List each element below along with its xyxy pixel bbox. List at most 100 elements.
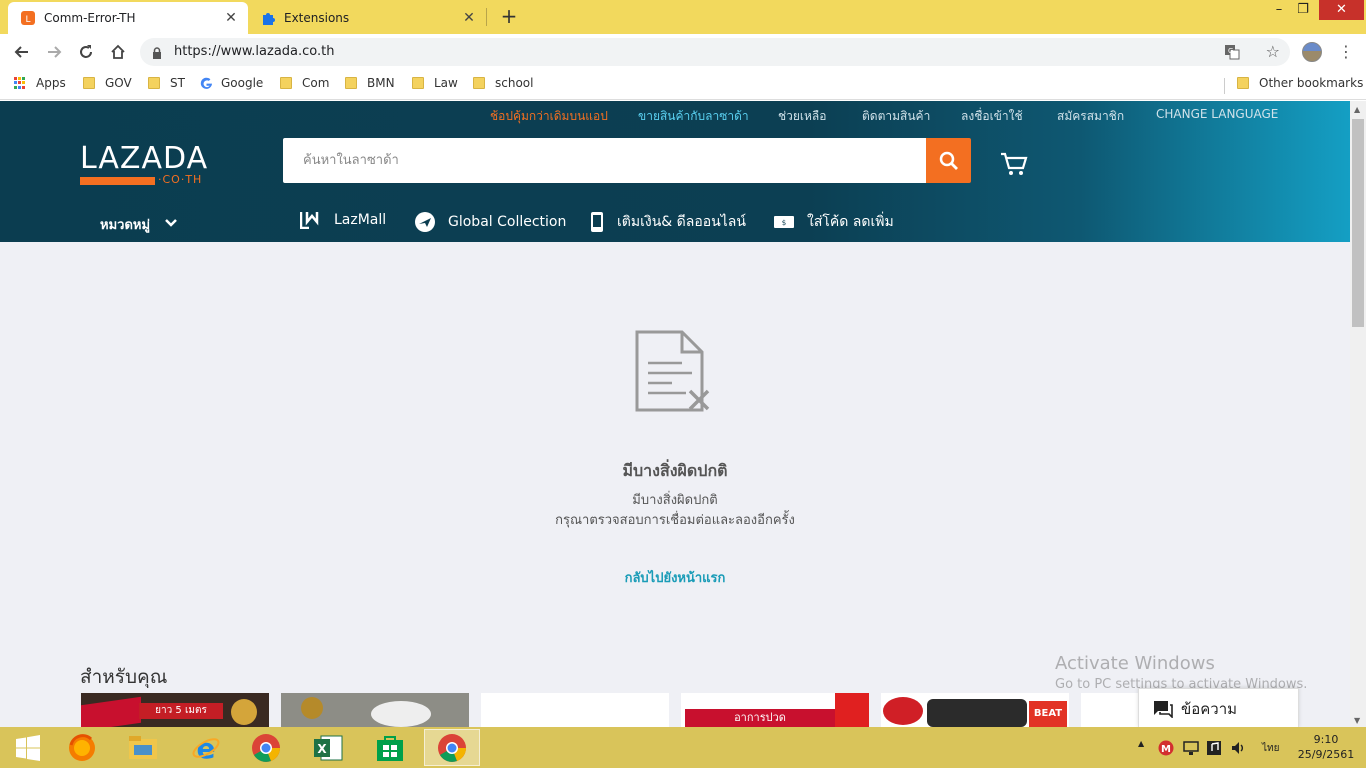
lazada-logo[interactable]: LAZADA ·CO·TH xyxy=(80,143,210,189)
firefox-icon[interactable] xyxy=(54,729,110,766)
internet-explorer-icon[interactable]: e xyxy=(178,729,234,766)
window-close-button[interactable]: ✕ xyxy=(1319,0,1364,20)
volume-tray-icon[interactable] xyxy=(1230,740,1246,756)
topnav-label: ลงชื่อเข้าใช้ xyxy=(961,109,1023,123)
product-card[interactable] xyxy=(281,693,469,727)
store-icon[interactable] xyxy=(362,729,418,766)
bookmark-bmn[interactable]: BMN xyxy=(345,76,395,90)
topnav-label: ช้อปคุ้มกว่าเดิมบนแอป xyxy=(490,109,608,123)
bookmark-label: school xyxy=(495,76,534,90)
chat-button[interactable]: ข้อความ xyxy=(1138,688,1299,728)
bookmark-com[interactable]: Com xyxy=(280,76,329,90)
folder-icon xyxy=(412,77,424,89)
topnav-app-deals[interactable]: ช้อปคุ้มกว่าเดิมบนแอป xyxy=(490,107,608,126)
svg-text:e: e xyxy=(197,733,216,763)
apps-grid-icon xyxy=(14,77,26,89)
bookmark-star-icon[interactable]: ☆ xyxy=(1266,42,1280,61)
reload-button[interactable] xyxy=(74,40,98,64)
topnav-sell[interactable]: ขายสินค้ากับลาซาด้า xyxy=(638,107,749,126)
chrome-icon[interactable] xyxy=(238,729,294,766)
topnav-label: ช่วยเหลือ xyxy=(778,109,827,123)
card-badge xyxy=(231,699,257,725)
product-card[interactable] xyxy=(481,693,669,727)
topnav-change-language[interactable]: CHANGE LANGUAGE xyxy=(1156,107,1278,121)
card-image xyxy=(927,699,1027,727)
back-button[interactable] xyxy=(10,40,34,64)
bookmark-google[interactable]: Google xyxy=(200,76,263,90)
topnav-signup[interactable]: สมัครสมาชิก xyxy=(1057,107,1124,126)
antivirus-tray-icon[interactable]: M xyxy=(1158,740,1174,756)
bookmark-divider xyxy=(1224,78,1225,94)
bookmark-school[interactable]: school xyxy=(473,76,533,90)
bookmark-st[interactable]: ST xyxy=(148,76,185,90)
tab-close-icon[interactable]: ✕ xyxy=(222,10,240,26)
bookmark-law[interactable]: Law xyxy=(412,76,458,90)
search-input[interactable] xyxy=(283,138,903,183)
tray-expand-icon[interactable]: ▲ xyxy=(1138,739,1144,748)
scrollbar-thumb[interactable] xyxy=(1352,119,1364,327)
lazmall-icon xyxy=(300,211,322,229)
card-logo xyxy=(883,697,923,725)
input-language[interactable]: ไทย xyxy=(1262,741,1279,756)
bookmark-label: Law xyxy=(434,76,458,90)
subnav-label: LazMall xyxy=(334,212,387,228)
category-menu[interactable]: หมวดหมู่ xyxy=(100,214,178,235)
maximize-button[interactable]: ❐ xyxy=(1290,0,1316,20)
subnav-topup[interactable]: เติมเงิน& ดีลออนไลน์ xyxy=(589,211,746,233)
profile-avatar[interactable] xyxy=(1302,42,1322,62)
lock-icon xyxy=(152,45,162,64)
chrome-active-icon[interactable] xyxy=(424,729,480,766)
cart-icon[interactable] xyxy=(1000,151,1028,181)
tab-close-icon[interactable]: ✕ xyxy=(460,10,478,26)
system-clock[interactable]: 9:10 25/9/2561 xyxy=(1296,732,1356,762)
bookmark-label: Com xyxy=(302,76,330,90)
chat-label: ข้อความ xyxy=(1181,699,1238,718)
browser-toolbar: https://www.lazada.co.th G ☆ ⋮ xyxy=(0,34,1366,70)
network-tray-icon[interactable] xyxy=(1183,740,1199,756)
new-tab-button[interactable]: + xyxy=(498,5,520,27)
product-card[interactable]: ยาว 5 เมตร xyxy=(81,693,269,727)
tab-comm-error[interactable]: L Comm-Error-TH ✕ xyxy=(8,2,248,34)
topnav-label: สมัครสมาชิก xyxy=(1057,109,1125,123)
bookmarks-bar: Apps GOV ST Google Com BMN Law school Ot… xyxy=(0,70,1366,100)
bookmark-label: Other bookmarks xyxy=(1259,76,1364,90)
svg-text:$: $ xyxy=(782,219,786,227)
topnav-login[interactable]: ลงชื่อเข้าใช้ xyxy=(961,107,1023,126)
scroll-down-icon[interactable]: ▼ xyxy=(1354,716,1360,725)
excel-icon[interactable]: X xyxy=(300,729,356,766)
clock-time: 9:10 xyxy=(1313,733,1339,746)
bookmark-label: Apps xyxy=(36,76,66,90)
voucher-icon: $ xyxy=(773,214,795,230)
subnav-global-collection[interactable]: Global Collection xyxy=(414,211,566,233)
product-card[interactable]: BEAT xyxy=(881,693,1069,727)
topnav-track-order[interactable]: ติดตามสินค้า xyxy=(862,107,930,126)
file-explorer-icon[interactable] xyxy=(115,729,171,766)
back-to-home-link[interactable]: กลับไปยังหน้าแรก xyxy=(0,567,1350,588)
bookmark-other[interactable]: Other bookmarks xyxy=(1237,76,1363,90)
minimize-button[interactable]: – xyxy=(1266,0,1292,20)
bookmark-gov[interactable]: GOV xyxy=(83,76,132,90)
bookmark-apps[interactable]: Apps xyxy=(14,76,66,90)
bookmark-label: GOV xyxy=(105,76,132,90)
topnav-help[interactable]: ช่วยเหลือ xyxy=(778,107,827,126)
forward-button[interactable] xyxy=(42,40,66,64)
error-message: มีบางสิ่งผิดปกติ xyxy=(632,493,718,508)
subnav-lazmall[interactable]: LazMall xyxy=(300,211,386,229)
clock-date: 25/9/2561 xyxy=(1297,748,1355,761)
scroll-up-icon[interactable]: ▲ xyxy=(1354,105,1360,114)
media-tray-icon[interactable] xyxy=(1206,740,1222,756)
tab-extensions[interactable]: Extensions ✕ xyxy=(250,2,486,34)
menu-kebab-icon[interactable]: ⋮ xyxy=(1338,42,1354,62)
tab-strip: L Comm-Error-TH ✕ Extensions ✕ + – ❐ ✕ xyxy=(0,0,1366,34)
translate-icon[interactable]: G xyxy=(1224,44,1240,64)
product-card[interactable] xyxy=(1081,693,1141,727)
google-icon xyxy=(200,77,213,90)
home-button[interactable] xyxy=(106,40,130,64)
windows-start-icon[interactable] xyxy=(0,729,56,766)
address-bar[interactable]: https://www.lazada.co.th G ☆ xyxy=(140,38,1290,66)
product-card[interactable]: อาการปวด xyxy=(681,693,869,727)
folder-icon xyxy=(280,77,292,89)
page-scrollbar[interactable]: ▲ ▼ xyxy=(1350,101,1366,727)
search-button[interactable] xyxy=(926,138,971,183)
subnav-voucher[interactable]: $ ใส่โค้ด ลดเพิ่ม xyxy=(773,211,894,233)
